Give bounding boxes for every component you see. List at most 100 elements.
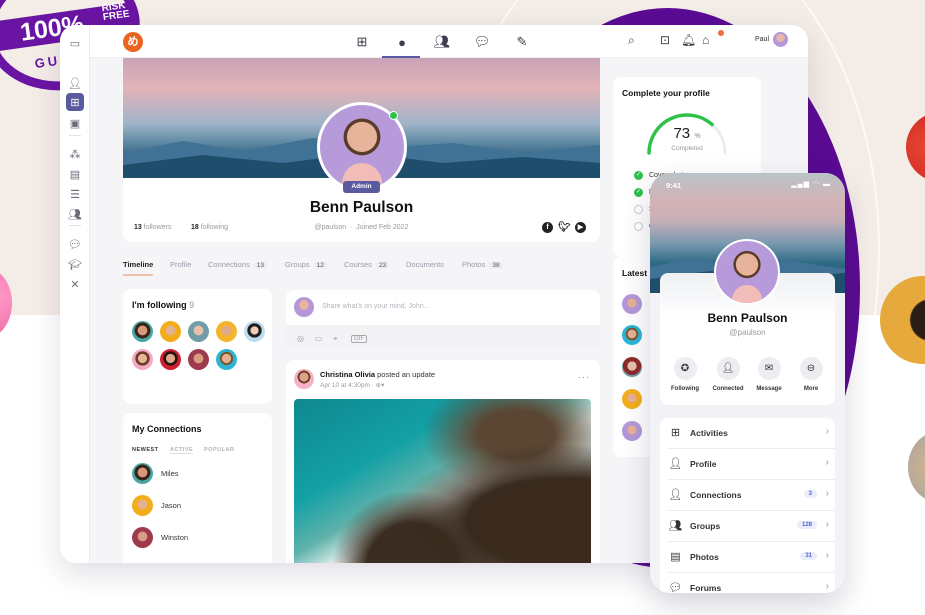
post-author-name[interactable]: Christina Olivia <box>320 370 375 379</box>
latest-member-avatar[interactable] <box>622 421 642 441</box>
followers-stat[interactable]: 13 followers <box>134 224 171 231</box>
tab-profile[interactable]: Profile <box>170 260 191 269</box>
following-avatar[interactable] <box>132 321 153 342</box>
sidebar-item-courses[interactable]: 🎓︎ <box>66 255 84 273</box>
filter-active[interactable]: ACTIVE <box>170 447 194 454</box>
following-avatar[interactable] <box>188 349 209 370</box>
sidebar-item-groups[interactable]: ⁂ <box>66 145 84 163</box>
twitter-icon[interactable]: 🐦︎ <box>558 222 571 233</box>
following-action[interactable]: ✪ Following <box>665 357 705 392</box>
tab-count: 23 <box>375 262 390 269</box>
notifications-button[interactable]: 🔔︎ <box>681 33 696 47</box>
menu-item-photos[interactable]: ▤ Photos 31 › <box>668 542 835 573</box>
following-avatar[interactable] <box>216 321 237 342</box>
youtube-icon[interactable]: ▶ <box>575 222 586 233</box>
connection-name[interactable]: Miles <box>161 469 179 478</box>
connection-avatar[interactable] <box>132 463 153 484</box>
tab-timeline[interactable]: Timeline <box>123 260 153 269</box>
chevron-right-icon: › <box>825 488 829 499</box>
forums-icon: 💬︎ <box>668 582 683 593</box>
gif-icon[interactable]: GIF <box>351 335 367 343</box>
latest-member-avatar[interactable] <box>622 325 642 345</box>
menu-item-activities[interactable]: ⊞ Activities › <box>668 418 835 449</box>
nav-activity[interactable]: ⊞ <box>353 33 371 51</box>
profile-name: Benn Paulson <box>309 199 414 216</box>
post-author-avatar[interactable] <box>294 369 314 389</box>
tab-groups[interactable]: Groups 12 <box>285 260 327 269</box>
latest-member-avatar[interactable] <box>622 357 642 377</box>
user-avatar[interactable] <box>773 32 788 47</box>
camera-icon[interactable]: ◎ <box>297 334 304 343</box>
step-check-icon: ✓ <box>634 171 643 180</box>
message-action[interactable]: ✉ Message <box>749 357 789 392</box>
step-empty-icon <box>634 222 643 231</box>
chat-icon: 💬︎ <box>473 34 491 49</box>
following-avatar[interactable] <box>244 321 265 342</box>
mobile-profile-avatar[interactable] <box>714 239 780 305</box>
chevron-right-icon: › <box>825 457 829 468</box>
latest-title: Latest <box>622 268 648 278</box>
decorative-avatar <box>908 432 925 502</box>
map-pin-icon[interactable]: ⌖ <box>333 334 338 344</box>
following-avatar[interactable] <box>188 321 209 342</box>
following-avatar[interactable] <box>216 349 237 370</box>
sidebar-item-inbox[interactable]: ▣ <box>66 114 84 132</box>
tab-photos[interactable]: Photos 38 <box>462 260 503 269</box>
tab-courses[interactable]: Courses 23 <box>344 260 390 269</box>
sidebar-item-activity[interactable]: ⊞ <box>66 93 84 111</box>
tab-documents[interactable]: Documents <box>406 260 444 269</box>
sidebar-item-tools[interactable]: ✕ <box>66 275 84 293</box>
connection-avatar[interactable] <box>132 495 153 516</box>
panel-toggle-icon[interactable]: ▭ <box>66 34 84 52</box>
sidebar-item-members[interactable]: 👥︎ <box>66 205 84 223</box>
post-more-button[interactable]: ··· <box>578 372 590 382</box>
facebook-icon[interactable]: f <box>542 222 553 233</box>
nav-messages[interactable]: 💬︎ <box>473 33 491 51</box>
connection-name[interactable]: Jason <box>161 501 181 510</box>
connection-avatar[interactable] <box>132 527 153 548</box>
connected-action[interactable]: 👤︎ Connected <box>708 357 748 392</box>
nav-blog[interactable]: ✎ <box>513 33 531 51</box>
search-icon: ⌕ <box>628 33 635 47</box>
sidebar-item-profile[interactable]: 👤︎ <box>66 74 84 92</box>
tab-connections[interactable]: Connections 13 <box>208 260 267 269</box>
composer-input[interactable]: Share what's on your mind, John... <box>322 303 430 310</box>
sidebar: ▭ 👤︎ ⊞ ▣ ⁂ ▤ ☰ 👥︎ 💬︎ 🎓︎ ✕ <box>60 25 90 563</box>
completion-percent: 73 % <box>673 125 701 142</box>
sidebar-item-forums[interactable]: 💬︎ <box>66 235 84 253</box>
connection-name[interactable]: Winston <box>161 533 188 542</box>
post-image[interactable] <box>294 399 591 563</box>
more-action[interactable]: ⊖ More <box>791 357 831 392</box>
nav-profile[interactable]: ● <box>393 33 411 51</box>
app-logo[interactable]: め <box>123 32 143 52</box>
menu-item-connections[interactable]: 👤︎ Connections 3 › <box>668 480 835 511</box>
sidebar-item-photos[interactable]: ▤ <box>66 165 84 183</box>
video-icon[interactable]: ▭ <box>315 334 323 343</box>
nav-members[interactable]: 👥︎ <box>433 33 451 51</box>
sidebar-item-documents[interactable]: ☰ <box>66 185 84 203</box>
active-tab-indicator <box>123 274 153 276</box>
following-stat[interactable]: 18 following <box>191 224 228 231</box>
post-composer: Share what's on your mind, John... ◎ ▭ ⌖… <box>286 290 600 349</box>
user-name[interactable]: Paul <box>755 36 769 43</box>
following-avatar[interactable] <box>132 349 153 370</box>
filter-newest[interactable]: NEWEST <box>132 447 159 453</box>
composer-avatar <box>294 297 314 317</box>
inbox-button[interactable]: ⊡ <box>660 33 670 47</box>
filter-popular[interactable]: POPULAR <box>204 447 234 453</box>
cart-button[interactable]: ⌂ <box>702 33 709 47</box>
search-button[interactable]: ⌕ <box>628 33 635 48</box>
following-avatar[interactable] <box>160 321 181 342</box>
menu-item-forums[interactable]: 💬︎ Forums › <box>668 573 835 593</box>
following-avatar[interactable] <box>160 349 181 370</box>
online-status-indicator <box>389 111 398 120</box>
menu-item-groups[interactable]: 👥︎ Groups 128 › <box>668 511 835 542</box>
activity-post: Christina Olivia posted an update Apr 10… <box>286 360 600 563</box>
documents-icon: ☰ <box>70 188 80 201</box>
members-icon: 👥︎ <box>68 208 82 221</box>
step-check-icon: ✓ <box>634 188 643 197</box>
globe-icon: ⊕ <box>375 382 382 389</box>
menu-item-profile[interactable]: 👤︎ Profile › <box>668 449 835 480</box>
latest-member-avatar[interactable] <box>622 389 642 409</box>
latest-member-avatar[interactable] <box>622 294 642 314</box>
